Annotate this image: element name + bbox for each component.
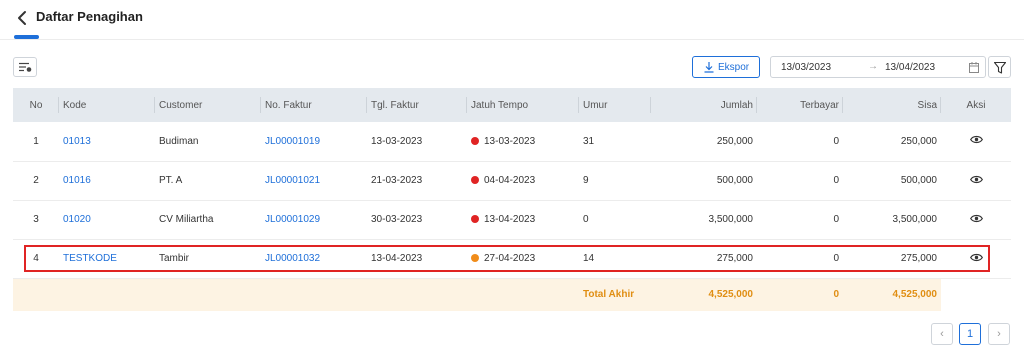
- page-header: Daftar Penagihan: [0, 0, 1024, 40]
- date-from-field[interactable]: 13/03/2023: [781, 62, 831, 73]
- total-sisa: 4,525,000: [843, 278, 941, 311]
- col-header-sisa[interactable]: Sisa: [843, 88, 941, 122]
- cell-jatuh-tempo: 04-04-2023: [467, 161, 579, 201]
- billing-table: No Kode Customer No. Faktur Tgl. Faktur …: [13, 88, 1011, 311]
- cell-tgl-faktur: 30-03-2023: [367, 200, 467, 240]
- billing-list-page: Daftar Penagihan Ekspor 13/03/2023 → 13/…: [0, 0, 1024, 359]
- col-header-jumlah[interactable]: Jumlah: [651, 88, 757, 122]
- column-settings-button[interactable]: [13, 57, 37, 77]
- view-button[interactable]: [969, 175, 983, 187]
- total-terbayar: 0: [757, 278, 843, 311]
- total-label: Total Akhir: [579, 278, 651, 311]
- faktur-link[interactable]: JL00001021: [265, 175, 320, 186]
- kode-link[interactable]: 01013: [63, 136, 91, 147]
- cell-customer: PT. A: [155, 161, 261, 201]
- status-dot: [471, 136, 479, 145]
- column-settings-icon: [19, 62, 32, 72]
- cell-tgl-faktur: 13-03-2023: [367, 122, 467, 162]
- cell-umur: 0: [579, 200, 651, 240]
- status-dot: [471, 176, 479, 184]
- export-label: Ekspor: [718, 62, 750, 73]
- col-header-terbayar[interactable]: Terbayar: [757, 88, 843, 122]
- total-row: Total Akhir 4,525,000 0 4,525,000: [13, 278, 1011, 311]
- col-header-customer[interactable]: Customer: [155, 88, 261, 122]
- cell-jumlah: 3,500,000: [651, 200, 757, 240]
- chevron-left-icon: [18, 11, 26, 25]
- cell-umur: 31: [579, 122, 651, 162]
- next-page-button[interactable]: ›: [988, 323, 1010, 345]
- prev-page-button[interactable]: ‹: [931, 323, 953, 345]
- arrow-right-icon: →: [868, 61, 878, 72]
- cell-no: 1: [13, 122, 59, 162]
- total-jumlah: 4,525,000: [651, 278, 757, 311]
- download-icon: [704, 62, 714, 73]
- kode-link[interactable]: 01020: [63, 214, 91, 225]
- status-dot: [471, 215, 479, 223]
- cell-terbayar: 0: [757, 122, 843, 162]
- cell-customer: CV Miliartha: [155, 200, 261, 240]
- export-button[interactable]: Ekspor: [692, 56, 760, 78]
- cell-sisa: 500,000: [843, 161, 941, 201]
- page-title: Daftar Penagihan: [36, 9, 143, 24]
- col-header-no-faktur[interactable]: No. Faktur: [261, 88, 367, 122]
- view-button[interactable]: [969, 214, 983, 226]
- table-row: 1 01013 Budiman JL00001019 13-03-2023 13…: [13, 122, 1011, 162]
- faktur-link[interactable]: JL00001019: [265, 136, 320, 147]
- cell-terbayar: 0: [757, 161, 843, 201]
- col-header-umur[interactable]: Umur: [579, 88, 651, 122]
- calendar-icon: [969, 62, 979, 73]
- col-header-aksi: Aksi: [941, 88, 1011, 122]
- filter-button[interactable]: [988, 56, 1011, 78]
- cell-jatuh-tempo: 13-03-2023: [467, 122, 579, 162]
- col-header-no[interactable]: No: [13, 88, 59, 122]
- table-row: 2 01016 PT. A JL00001021 21-03-2023 04-0…: [13, 161, 1011, 201]
- selected-row-highlight: [24, 245, 990, 272]
- date-to-field[interactable]: 13/04/2023: [885, 62, 935, 73]
- eye-icon: [969, 175, 983, 183]
- cell-terbayar: 0: [757, 200, 843, 240]
- cell-jumlah: 250,000: [651, 122, 757, 162]
- cell-customer: Budiman: [155, 122, 261, 162]
- eye-icon: [969, 136, 983, 144]
- date-range-picker[interactable]: 13/03/2023 → 13/04/2023: [770, 56, 986, 78]
- cell-jumlah: 500,000: [651, 161, 757, 201]
- table-row: 3 01020 CV Miliartha JL00001029 30-03-20…: [13, 200, 1011, 240]
- cell-no: 2: [13, 161, 59, 201]
- eye-icon: [969, 214, 983, 222]
- title-underline: [14, 35, 39, 39]
- cell-no: 3: [13, 200, 59, 240]
- kode-link[interactable]: 01016: [63, 175, 91, 186]
- col-header-tgl-faktur[interactable]: Tgl. Faktur: [367, 88, 467, 122]
- page-1-button[interactable]: 1: [959, 323, 981, 345]
- faktur-link[interactable]: JL00001029: [265, 214, 320, 225]
- cell-sisa: 250,000: [843, 122, 941, 162]
- cell-tgl-faktur: 21-03-2023: [367, 161, 467, 201]
- cell-sisa: 3,500,000: [843, 200, 941, 240]
- col-header-jatuh-tempo[interactable]: Jatuh Tempo: [467, 88, 579, 122]
- table-header-row: No Kode Customer No. Faktur Tgl. Faktur …: [13, 88, 1011, 122]
- cell-umur: 9: [579, 161, 651, 201]
- cell-jatuh-tempo: 13-04-2023: [467, 200, 579, 240]
- filter-icon: [994, 62, 1006, 74]
- view-button[interactable]: [969, 135, 983, 147]
- back-button[interactable]: [14, 9, 30, 27]
- col-header-kode[interactable]: Kode: [59, 88, 155, 122]
